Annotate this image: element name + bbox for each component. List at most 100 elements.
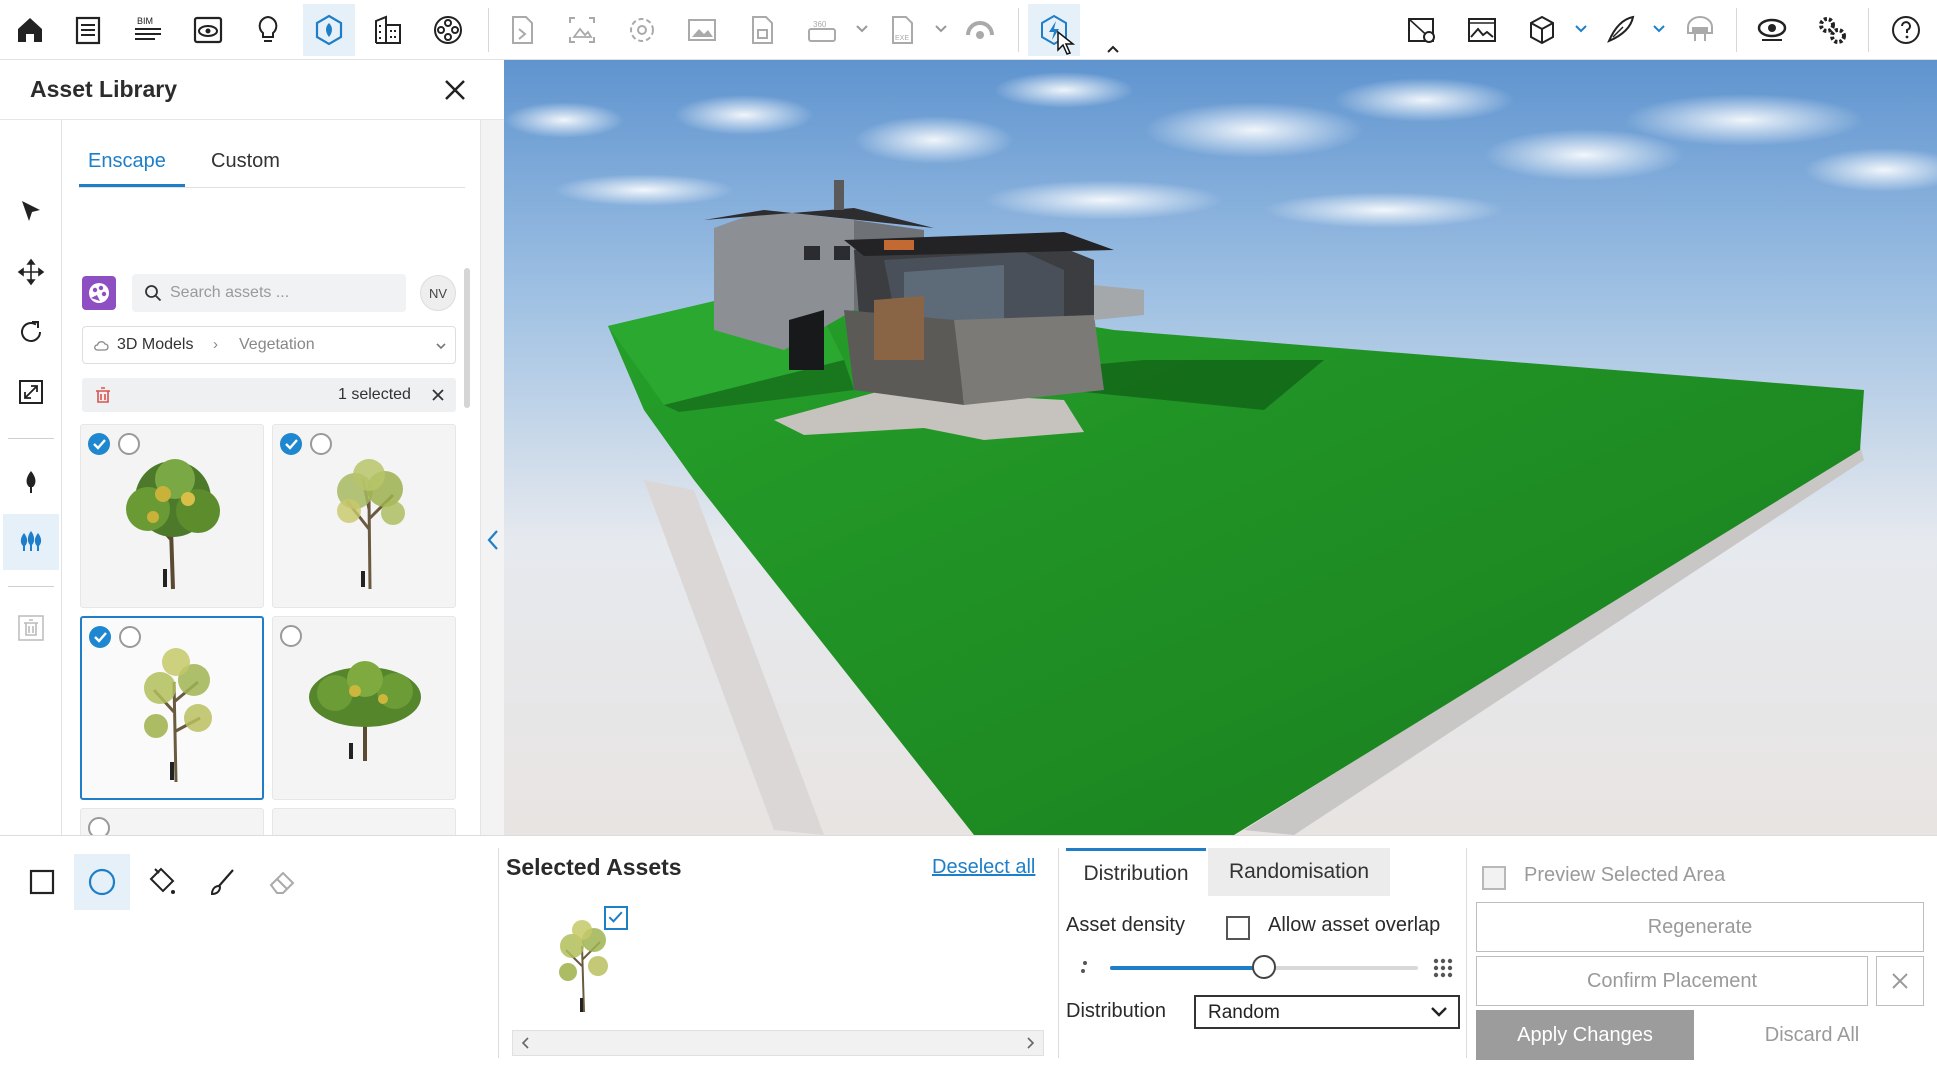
library-tabs: Enscape Custom: [79, 138, 465, 188]
discard-all-button[interactable]: Discard All: [1700, 1010, 1924, 1060]
regenerate-button[interactable]: Regenerate: [1476, 902, 1924, 952]
chevron-down-icon[interactable]: [1574, 22, 1588, 36]
search-input[interactable]: [170, 279, 398, 307]
breadcrumb-item-vegetation[interactable]: Vegetation: [239, 336, 315, 354]
scatter-trees-icon[interactable]: [3, 514, 59, 570]
help-icon[interactable]: [1880, 4, 1932, 56]
exe-export-icon[interactable]: EXE: [876, 4, 928, 56]
panel-divider: [498, 848, 499, 1058]
gallery-icon[interactable]: [1456, 4, 1508, 56]
eye-settings-icon[interactable]: [1746, 4, 1798, 56]
chevron-down-icon[interactable]: [1652, 22, 1666, 36]
map-marker-icon[interactable]: [1396, 4, 1448, 56]
chevron-down-icon: [1431, 1007, 1447, 1017]
3d-viewport[interactable]: [504, 60, 1937, 835]
web-export-icon[interactable]: [954, 4, 1006, 56]
chevron-down-icon[interactable]: [855, 22, 869, 36]
asset-card[interactable]: [80, 808, 264, 835]
trash-icon[interactable]: [3, 600, 59, 656]
panorama-360-icon[interactable]: 360: [796, 4, 848, 56]
breadcrumb[interactable]: 3D Models › Vegetation: [82, 326, 456, 364]
batch-export-icon[interactable]: [736, 4, 788, 56]
breadcrumb-item-3d-models[interactable]: 3D Models: [117, 336, 193, 354]
density-slider[interactable]: [1110, 955, 1418, 979]
rotate-icon[interactable]: [3, 304, 59, 360]
rectangle-tool-icon[interactable]: [14, 854, 70, 910]
gear-icon[interactable]: [1806, 4, 1858, 56]
view-icon[interactable]: [182, 4, 234, 56]
close-icon[interactable]: [440, 75, 470, 105]
panel-collapse-bar[interactable]: [480, 120, 504, 895]
vr-headset-icon[interactable]: [1674, 4, 1726, 56]
preview-area-checkbox[interactable]: [1482, 866, 1506, 890]
home-icon[interactable]: [4, 4, 56, 56]
confirm-placement-button[interactable]: Confirm Placement: [1476, 956, 1868, 1006]
scroll-right-icon[interactable]: [1023, 1036, 1037, 1050]
tab-distribution[interactable]: Distribution: [1066, 848, 1206, 896]
chevron-up-icon[interactable]: [1106, 42, 1120, 56]
fill-bucket-icon[interactable]: [134, 854, 190, 910]
eraser-icon[interactable]: [254, 854, 310, 910]
selected-check-icon[interactable]: [280, 433, 302, 455]
density-slider-thumb[interactable]: [1252, 955, 1276, 979]
render-icon[interactable]: [616, 4, 668, 56]
select-arrow-icon[interactable]: [3, 184, 59, 240]
document-icon[interactable]: [62, 4, 114, 56]
chevron-left-icon[interactable]: [485, 528, 501, 552]
feather-icon[interactable]: [1594, 4, 1646, 56]
scale-icon[interactable]: [3, 364, 59, 420]
cancel-placement-button[interactable]: [1876, 956, 1924, 1006]
asset-card[interactable]: [272, 616, 456, 800]
chevron-down-icon[interactable]: [435, 340, 447, 352]
brush-icon[interactable]: [194, 854, 250, 910]
chevron-down-icon[interactable]: [934, 22, 948, 36]
selected-check-icon[interactable]: [88, 433, 110, 455]
tree-thumbnail: [144, 648, 212, 783]
asset-card-selected[interactable]: [80, 616, 264, 800]
asset-density-label: Asset density: [1066, 914, 1185, 936]
cube-icon[interactable]: [1516, 4, 1568, 56]
avatar[interactable]: NV: [420, 275, 456, 311]
circle-tool-icon[interactable]: [74, 854, 130, 910]
selection-count: 1 selected: [338, 386, 411, 403]
library-scrollbar[interactable]: [464, 268, 470, 408]
allow-overlap-checkbox[interactable]: [1226, 916, 1250, 940]
asset-browser: Enscape Custom NV 3D Models › Vegetation…: [66, 120, 476, 835]
search-field[interactable]: [132, 274, 406, 312]
distribution-label: Distribution: [1066, 1000, 1167, 1022]
clear-selection-icon[interactable]: [430, 387, 446, 403]
search-icon: [145, 285, 162, 302]
distribution-tabs: Distribution Randomisation: [1066, 848, 1390, 896]
screenshot-icon[interactable]: [556, 4, 608, 56]
selected-assets-scrollbar[interactable]: [512, 1030, 1044, 1056]
trash-icon[interactable]: [94, 386, 112, 404]
distribution-select[interactable]: Random: [1194, 995, 1460, 1029]
tab-custom[interactable]: Custom: [211, 150, 280, 173]
asset-library-icon[interactable]: [303, 4, 355, 56]
lightbulb-icon[interactable]: [242, 4, 294, 56]
bim-icon[interactable]: BIM: [122, 4, 174, 56]
variant-badge-icon: [119, 626, 141, 648]
asset-card[interactable]: [80, 424, 264, 608]
image-icon[interactable]: [676, 4, 728, 56]
selected-check-icon[interactable]: [89, 626, 111, 648]
asset-card[interactable]: [272, 424, 456, 608]
tab-enscape[interactable]: Enscape: [88, 150, 166, 173]
single-tree-icon[interactable]: [3, 454, 59, 510]
deselect-all-link[interactable]: Deselect all: [932, 856, 1035, 879]
apply-changes-button[interactable]: Apply Changes: [1476, 1010, 1694, 1060]
export-file-icon[interactable]: [496, 4, 548, 56]
film-reel-icon[interactable]: [422, 4, 474, 56]
selected-asset-checkbox[interactable]: [604, 906, 628, 930]
preview-area-label: Preview Selected Area: [1524, 864, 1726, 886]
move-icon[interactable]: [3, 244, 59, 300]
scroll-left-icon[interactable]: [519, 1036, 533, 1050]
asset-card[interactable]: [272, 808, 456, 835]
building-icon[interactable]: [362, 4, 414, 56]
tab-randomisation[interactable]: Randomisation: [1208, 848, 1390, 896]
variant-badge-icon: [280, 625, 302, 647]
distribution-select-value: Random: [1208, 1002, 1280, 1023]
selection-bar: 1 selected: [82, 378, 456, 412]
active-tab-indicator: [79, 184, 185, 187]
tree-thumbnail: [126, 459, 220, 590]
